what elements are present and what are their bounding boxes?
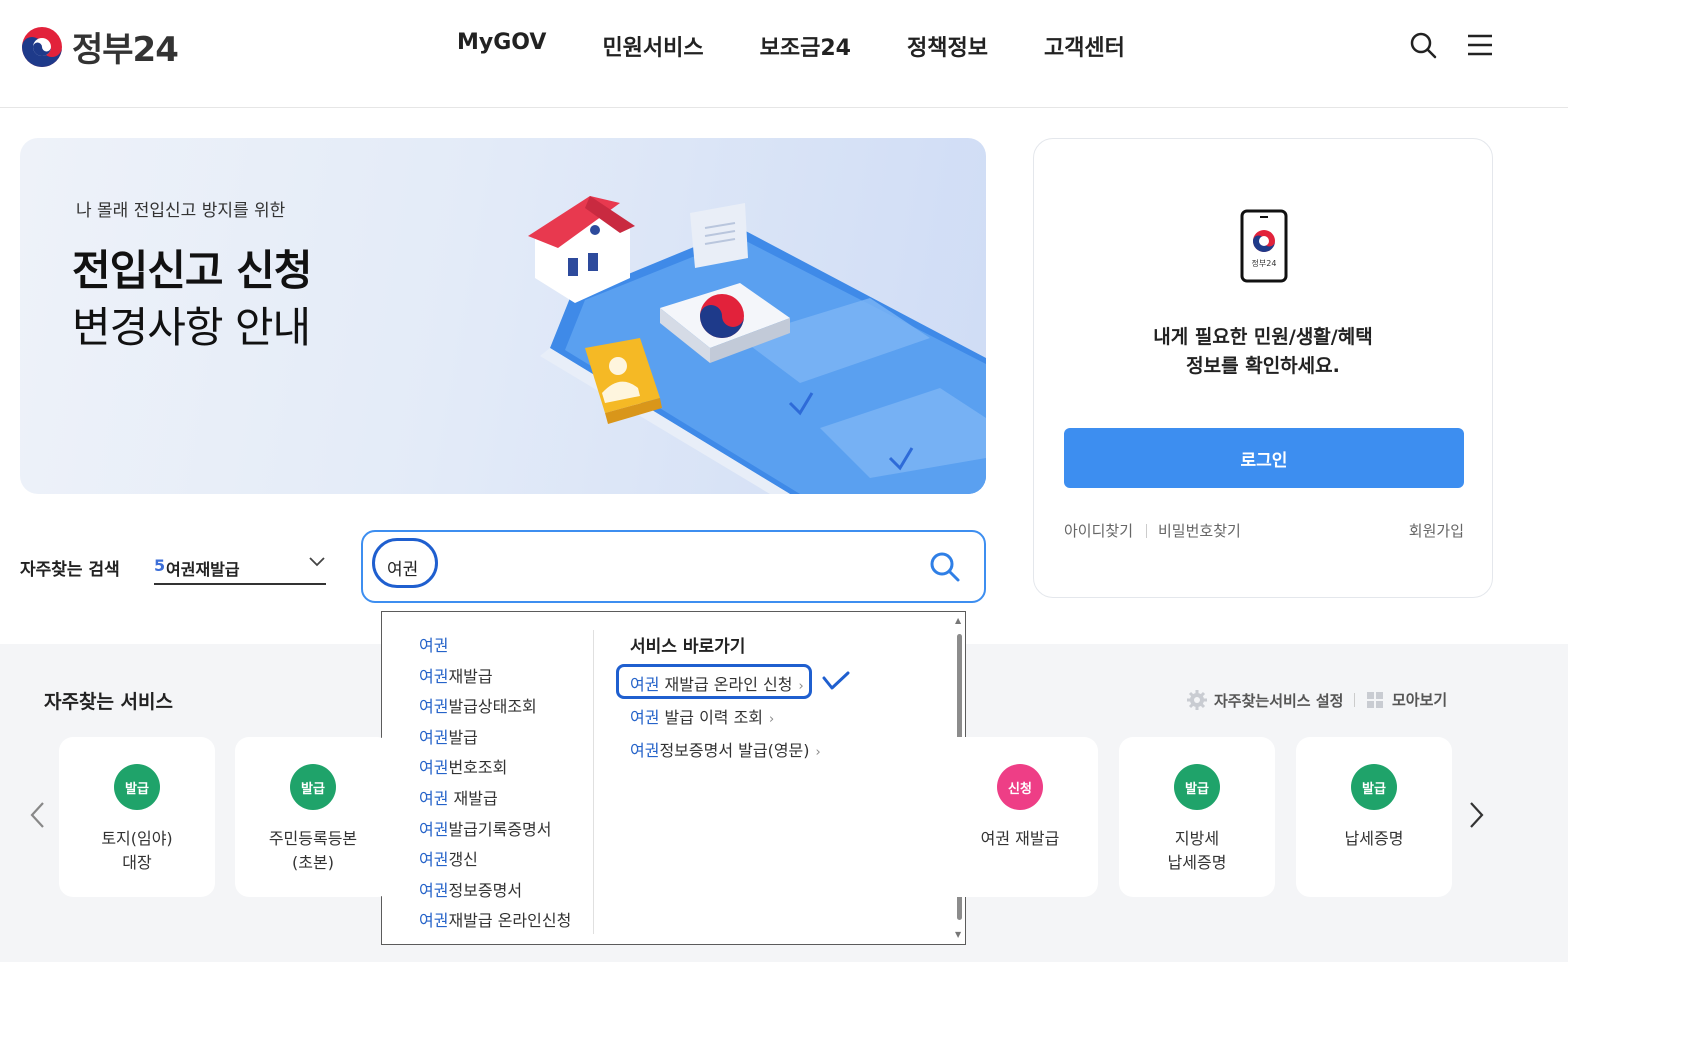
nav-policy-info[interactable]: 정책정보 <box>907 30 988 62</box>
issue-badge: 발급 <box>1174 764 1220 810</box>
service-card-local-tax-certificate[interactable]: 발급 지방세 납세증명 <box>1119 737 1275 897</box>
issue-badge: 발급 <box>1351 764 1397 810</box>
services-divider <box>1354 693 1355 707</box>
grid-icon <box>1367 691 1383 708</box>
frequent-search-select[interactable]: 5 여권재발급 <box>154 551 326 585</box>
suggestion-item[interactable]: 여권발급상태조회 <box>419 693 571 724</box>
service-card-tax-certificate[interactable]: 발급 납세증명 <box>1296 737 1452 897</box>
carousel-next-icon[interactable] <box>1466 800 1486 830</box>
frequent-services-heading: 자주찾는 서비스 <box>44 691 173 713</box>
shortcut-passport-info-certificate[interactable]: 여권정보증명서 발급(영문) › <box>630 737 821 761</box>
search-box <box>361 530 986 603</box>
banner-subtitle: 나 몰래 전입신고 방지를 위한 <box>76 201 286 221</box>
service-card-label: 주민등록등본 (초본) <box>268 829 358 872</box>
suggestion-list: 여권 여권재발급 여권발급상태조회 여권발급 여권번호조회 여권 재발급 여권발… <box>419 632 571 938</box>
suggestion-item[interactable]: 여권발급 <box>419 724 571 755</box>
login-message: 내게 필요한 민원/생활/혜택 정보를 확인하세요. <box>1034 323 1492 381</box>
suggestion-item[interactable]: 여권발급기록증명서 <box>419 816 571 847</box>
frequent-search-label: 자주찾는 검색 <box>20 560 120 580</box>
suggestion-item[interactable]: 여권 <box>419 632 571 663</box>
service-card-label: 지방세 납세증명 <box>1167 829 1227 872</box>
find-password-link[interactable]: 비밀번호찾기 <box>1158 520 1241 541</box>
main-nav: MyGOV 민원서비스 보조금24 정책정보 고객센터 <box>457 30 1181 62</box>
scroll-down-icon[interactable]: ▼ <box>955 930 961 939</box>
issue-badge: 발급 <box>290 764 336 810</box>
suggestion-item[interactable]: 여권재발급 온라인신청 <box>419 907 571 938</box>
search-input[interactable] <box>387 552 907 582</box>
shortcut-passport-reissue-online[interactable]: 여권 재발급 온라인 신청 › <box>630 671 804 695</box>
frequent-services-settings[interactable]: 자주찾는서비스 설정 <box>1186 689 1343 711</box>
suggestion-item[interactable]: 여권갱신 <box>419 846 571 877</box>
chevron-right-icon: › <box>798 679 804 694</box>
frequent-search-rank: 5 <box>154 556 166 575</box>
view-all-label: 모아보기 <box>1392 691 1448 709</box>
chevron-right-icon: › <box>815 745 821 760</box>
chevron-down-icon <box>309 557 325 567</box>
login-message-line2: 정보를 확인하세요. <box>1186 355 1340 377</box>
service-card-land-registry[interactable]: 발급 토지(임야) 대장 <box>59 737 215 897</box>
login-links: 아이디찾기 비밀번호찾기 회원가입 <box>1064 520 1464 542</box>
login-panel: 정부24 내게 필요한 민원/생활/혜택 정보를 확인하세요. 로그인 아이디찾… <box>1033 138 1493 598</box>
login-message-line1: 내게 필요한 민원/생활/혜택 <box>1153 326 1373 348</box>
frequent-search-value: 여권재발급 <box>166 560 240 579</box>
banner-title-line2: 변경사항 안내 <box>72 303 311 352</box>
nav-mygov[interactable]: MyGOV <box>457 30 546 62</box>
taegeuk-logo-icon <box>22 26 62 67</box>
mobile-gov24-icon: 정부24 <box>1240 209 1288 283</box>
view-all-services[interactable]: 모아보기 <box>1366 689 1447 710</box>
link-divider <box>1146 524 1147 538</box>
autocomplete-dropdown: 여권 여권재발급 여권발급상태조회 여권발급 여권번호조회 여권 재발급 여권발… <box>381 611 966 945</box>
nav-civil-service[interactable]: 민원서비스 <box>602 30 703 62</box>
logo-text: 정부24 <box>72 30 179 70</box>
phone-label: 정부24 <box>1252 258 1277 268</box>
scroll-up-icon[interactable]: ▲ <box>955 616 961 625</box>
suggestion-item[interactable]: 여권재발급 <box>419 663 571 694</box>
service-card-label: 납세증명 <box>1344 829 1404 848</box>
settings-label: 자주찾는서비스 설정 <box>1214 691 1344 710</box>
shortcut-passport-issue-history[interactable]: 여권 발급 이력 조회 › <box>630 704 774 728</box>
gear-icon <box>1187 690 1207 710</box>
service-card-label: 여권 재발급 <box>980 829 1060 848</box>
search-icon[interactable] <box>1408 30 1438 60</box>
suggestion-item[interactable]: 여권 재발급 <box>419 785 571 816</box>
banner-illustration <box>528 196 986 494</box>
service-card-label: 토지(임야) 대장 <box>101 829 173 872</box>
banner-title-line1: 전입신고 신청 <box>72 246 312 295</box>
service-card-resident-registration[interactable]: 발급 주민등록등본 (초본) <box>235 737 391 897</box>
find-id-link[interactable]: 아이디찾기 <box>1064 520 1133 541</box>
login-button[interactable]: 로그인 <box>1064 428 1464 488</box>
suggestion-item[interactable]: 여권번호조회 <box>419 754 571 785</box>
site-header: 정부24 MyGOV 민원서비스 보조금24 정책정보 고객센터 <box>0 0 1568 108</box>
hamburger-menu-icon[interactable] <box>1465 30 1495 60</box>
nav-subsidy24[interactable]: 보조금24 <box>760 30 851 62</box>
service-card-passport-reissue[interactable]: 신청 여권 재발급 <box>942 737 1098 897</box>
signup-link[interactable]: 회원가입 <box>1409 520 1464 541</box>
banner-title: 전입신고 신청 변경사항 안내 <box>72 242 312 356</box>
service-shortcut-title: 서비스 바로가기 <box>630 637 746 657</box>
main-banner[interactable]: 나 몰래 전입신고 방지를 위한 전입신고 신청 변경사항 안내 <box>20 138 986 494</box>
dropdown-divider <box>593 630 594 934</box>
issue-badge: 발급 <box>114 764 160 810</box>
suggestion-item[interactable]: 여권정보증명서 <box>419 877 571 908</box>
search-submit-icon[interactable] <box>928 550 962 584</box>
checkmark-icon <box>822 671 850 690</box>
logo[interactable]: 정부24 <box>20 22 179 71</box>
carousel-prev-icon[interactable] <box>28 800 48 830</box>
chevron-right-icon: › <box>769 712 775 727</box>
apply-badge: 신청 <box>997 764 1043 810</box>
nav-customer-center[interactable]: 고객센터 <box>1044 30 1125 62</box>
